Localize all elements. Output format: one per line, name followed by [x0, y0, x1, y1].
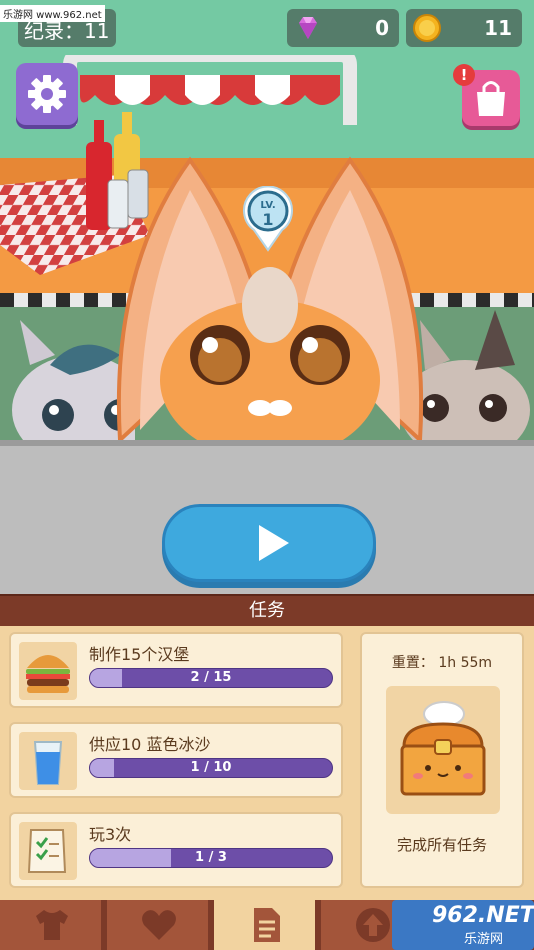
task-title: 制作15个汉堡: [89, 645, 190, 664]
play-icon: [259, 525, 289, 561]
task-icon-frame: [19, 822, 77, 880]
shirt-icon: [36, 910, 68, 940]
task-progress-bar: 1 / 10: [89, 758, 333, 778]
nav-item-tasks[interactable]: [214, 900, 318, 950]
road-edge: [0, 440, 534, 446]
coin-icon: [413, 14, 441, 42]
task-progress-bar: 2 / 15: [89, 668, 333, 688]
checklist-icon: [27, 829, 67, 873]
task-card-burgers: 制作15个汉堡 2 / 15: [9, 632, 343, 708]
task-card-play: 玩3次 1 / 3: [9, 812, 343, 888]
treasure-chest-icon: [400, 701, 486, 796]
task-progress-text: 1 / 3: [195, 850, 227, 865]
chest-frame: [386, 686, 500, 814]
watermark-brand: 962.NET: [432, 903, 534, 928]
watermark-bottom: 962.NET 乐游网: [392, 900, 534, 950]
upgrade-icon: [356, 908, 390, 942]
gem-icon: [299, 17, 317, 39]
gear-icon: [28, 75, 66, 113]
tasks-header: 任务: [0, 594, 534, 626]
smoothie-icon: [33, 741, 63, 785]
task-icon-frame: [19, 732, 77, 790]
level-number: 1: [262, 210, 274, 229]
shop-alert-badge: !: [453, 64, 475, 86]
watermark-top: 乐游网 www.962.net: [0, 5, 105, 22]
reward-card[interactable]: 重置： 1h 55m 完成所有任务: [360, 632, 524, 888]
coin-count: 11: [484, 16, 512, 40]
tasks-icon: [254, 908, 280, 942]
burger-icon: [26, 655, 70, 693]
play-button[interactable]: [162, 504, 376, 582]
gem-count: 0: [375, 16, 389, 40]
level-badge: LV. 1: [242, 185, 294, 252]
task-title: 供应10 蓝色冰沙: [89, 735, 211, 754]
coin-counter[interactable]: 11: [406, 9, 522, 47]
nav-item-wardrobe[interactable]: [0, 900, 104, 950]
reset-timer: 重置： 1h 55m: [391, 655, 493, 671]
tasks-panel: 任务 制作15个汉堡 2 / 15 供应10 蓝色冰沙 1 / 10 玩3次 1…: [0, 594, 534, 900]
task-icon-frame: [19, 642, 77, 700]
gem-counter[interactable]: 0: [287, 9, 399, 47]
task-progress-text: 1 / 10: [190, 760, 232, 775]
task-title: 玩3次: [89, 825, 132, 844]
task-progress-text: 2 / 15: [190, 670, 232, 685]
task-progress-bar: 1 / 3: [89, 848, 333, 868]
complete-all-label: 完成所有任务: [396, 836, 487, 854]
heart-icon: [142, 910, 176, 940]
watermark-brand-sub: 乐游网: [464, 932, 504, 947]
nav-item-pets[interactable]: [107, 900, 211, 950]
task-card-smoothies: 供应10 蓝色冰沙 1 / 10: [9, 722, 343, 798]
settings-button[interactable]: [16, 63, 78, 125]
